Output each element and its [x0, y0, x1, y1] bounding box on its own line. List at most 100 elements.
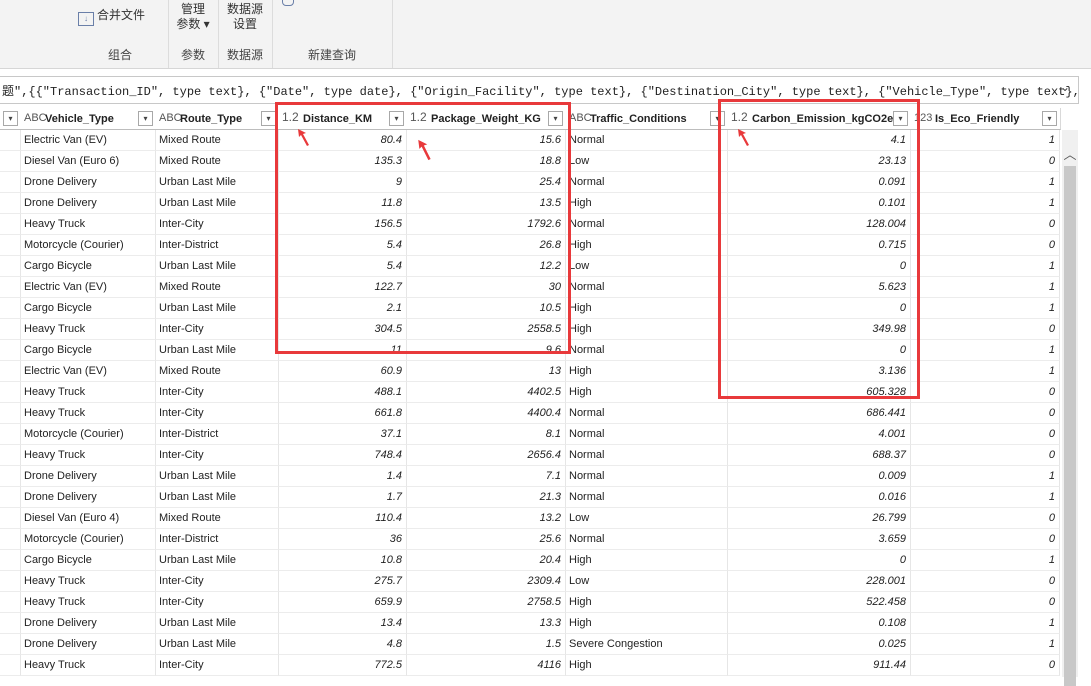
table-cell[interactable]: 1 [911, 550, 1060, 571]
column-type-icon[interactable]: ABC [24, 112, 47, 124]
column-type-icon[interactable]: ABC [159, 112, 182, 124]
table-cell[interactable]: Cargo Bicycle [21, 298, 156, 319]
table-cell[interactable]: 21.3 [407, 487, 566, 508]
table-cell[interactable]: 13 [407, 361, 566, 382]
table-row[interactable]: Heavy Truck Inter-City 748.4 2656.4 Normal 68… [0, 445, 1060, 466]
table-row[interactable]: Drone Delivery Urban Last Mile 13.4 13.3 Hig… [0, 613, 1060, 634]
table-cell[interactable]: Inter-City [156, 445, 279, 466]
table-cell[interactable]: 2309.4 [407, 571, 566, 592]
table-cell[interactable]: Heavy Truck [21, 319, 156, 340]
table-cell[interactable]: Drone Delivery [21, 487, 156, 508]
table-cell[interactable]: Urban Last Mile [156, 466, 279, 487]
table-cell[interactable]: 1 [911, 298, 1060, 319]
table-cell[interactable]: Diesel Van (Euro 4) [21, 508, 156, 529]
table-cell[interactable]: Motorcycle (Courier) [21, 424, 156, 445]
table-cell[interactable]: 8.1 [407, 424, 566, 445]
table-cell[interactable]: Cargo Bicycle [21, 550, 156, 571]
table-cell[interactable]: Heavy Truck [21, 214, 156, 235]
table-cell[interactable]: Mixed Route [156, 130, 279, 151]
table-cell[interactable]: 0 [911, 571, 1060, 592]
table-cell[interactable]: Low [566, 508, 728, 529]
table-cell[interactable]: Normal [566, 277, 728, 298]
table-cell[interactable]: Cargo Bicycle [21, 340, 156, 361]
table-cell[interactable]: Inter-City [156, 592, 279, 613]
table-cell[interactable]: 0 [911, 319, 1060, 340]
table-cell[interactable]: 4400.4 [407, 403, 566, 424]
table-cell[interactable]: Diesel Van (Euro 6) [21, 151, 156, 172]
table-cell[interactable]: 25.6 [407, 529, 566, 550]
table-cell[interactable]: 0.016 [728, 487, 911, 508]
table-cell[interactable]: High [566, 298, 728, 319]
chevron-down-icon[interactable]: ⌄ [1058, 80, 1072, 98]
table-cell[interactable]: Inter-City [156, 319, 279, 340]
table-cell[interactable]: Inter-City [156, 214, 279, 235]
table-cell[interactable]: 0 [911, 445, 1060, 466]
table-cell[interactable]: High [566, 319, 728, 340]
table-cell[interactable]: Mixed Route [156, 277, 279, 298]
table-cell[interactable]: Electric Van (EV) [21, 361, 156, 382]
table-cell[interactable]: High [566, 193, 728, 214]
table-cell[interactable]: Drone Delivery [21, 634, 156, 655]
filter-dropdown-icon[interactable]: ▾ [1042, 111, 1057, 126]
table-cell[interactable]: 1 [911, 340, 1060, 361]
table-cell[interactable]: 1 [911, 172, 1060, 193]
combine-files-button[interactable]: ↓ 合并文件 [78, 8, 145, 26]
table-cell[interactable]: 0.025 [728, 634, 911, 655]
table-row[interactable]: Diesel Van (Euro 4) Mixed Route 110.4 13.2 L… [0, 508, 1060, 529]
table-row[interactable]: Drone Delivery Urban Last Mile 1.7 21.3 Norm… [0, 487, 1060, 508]
table-cell[interactable]: Urban Last Mile [156, 550, 279, 571]
table-cell[interactable]: 911.44 [728, 655, 911, 676]
column-type-icon[interactable]: ABC [569, 112, 592, 124]
table-cell[interactable]: Normal [566, 445, 728, 466]
table-cell[interactable]: 0 [911, 508, 1060, 529]
table-cell[interactable]: 0.108 [728, 613, 911, 634]
table-cell[interactable]: Inter-City [156, 382, 279, 403]
table-cell[interactable]: Normal [566, 172, 728, 193]
new-source-icon[interactable] [282, 0, 294, 6]
table-cell[interactable]: Urban Last Mile [156, 613, 279, 634]
table-cell[interactable]: High [566, 613, 728, 634]
table-cell[interactable]: 0 [911, 403, 1060, 424]
table-cell[interactable]: Urban Last Mile [156, 634, 279, 655]
table-cell[interactable]: High [566, 655, 728, 676]
table-cell[interactable]: Drone Delivery [21, 193, 156, 214]
table-cell[interactable]: 1 [911, 130, 1060, 151]
table-cell[interactable]: 688.37 [728, 445, 911, 466]
table-cell[interactable]: 0.009 [728, 466, 911, 487]
table-row[interactable]: Motorcycle (Courier) Inter-District 36 25.6… [0, 529, 1060, 550]
table-row[interactable]: Heavy Truck Inter-City 772.5 4116 High 911.44… [0, 655, 1060, 676]
table-cell[interactable]: Normal [566, 130, 728, 151]
table-cell[interactable]: Urban Last Mile [156, 487, 279, 508]
table-row[interactable]: Motorcycle (Courier) Inter-District 37.1 8.… [0, 424, 1060, 445]
table-cell[interactable]: 13.4 [279, 613, 407, 634]
table-cell[interactable]: 1.7 [279, 487, 407, 508]
table-cell[interactable]: 26.799 [728, 508, 911, 529]
table-cell[interactable]: Heavy Truck [21, 403, 156, 424]
table-row[interactable]: Drone Delivery Urban Last Mile 1.4 7.1 Norma… [0, 466, 1060, 487]
table-cell[interactable]: Cargo Bicycle [21, 256, 156, 277]
table-cell[interactable]: 686.441 [728, 403, 911, 424]
table-cell[interactable]: Urban Last Mile [156, 193, 279, 214]
table-cell[interactable]: Mixed Route [156, 508, 279, 529]
vertical-scrollbar[interactable]: ︿ [1062, 130, 1078, 686]
table-cell[interactable]: 1 [911, 277, 1060, 298]
table-cell[interactable]: 60.9 [279, 361, 407, 382]
table-cell[interactable]: High [566, 235, 728, 256]
table-cell[interactable]: Heavy Truck [21, 592, 156, 613]
table-cell[interactable]: 4.001 [728, 424, 911, 445]
table-cell[interactable]: Drone Delivery [21, 466, 156, 487]
table-cell[interactable]: 1 [911, 634, 1060, 655]
table-cell[interactable]: 1.5 [407, 634, 566, 655]
table-row[interactable]: Drone Delivery Urban Last Mile 4.8 1.5 Sever… [0, 634, 1060, 655]
table-cell[interactable]: Inter-City [156, 571, 279, 592]
table-cell[interactable]: Normal [566, 340, 728, 361]
table-cell[interactable]: Electric Van (EV) [21, 277, 156, 298]
table-cell[interactable]: Inter-City [156, 403, 279, 424]
table-cell[interactable]: 748.4 [279, 445, 407, 466]
table-cell[interactable]: 1 [911, 193, 1060, 214]
table-cell[interactable]: 13.3 [407, 613, 566, 634]
table-cell[interactable]: 4.8 [279, 634, 407, 655]
table-cell[interactable]: Heavy Truck [21, 445, 156, 466]
table-cell[interactable]: Heavy Truck [21, 571, 156, 592]
table-cell[interactable]: Low [566, 151, 728, 172]
